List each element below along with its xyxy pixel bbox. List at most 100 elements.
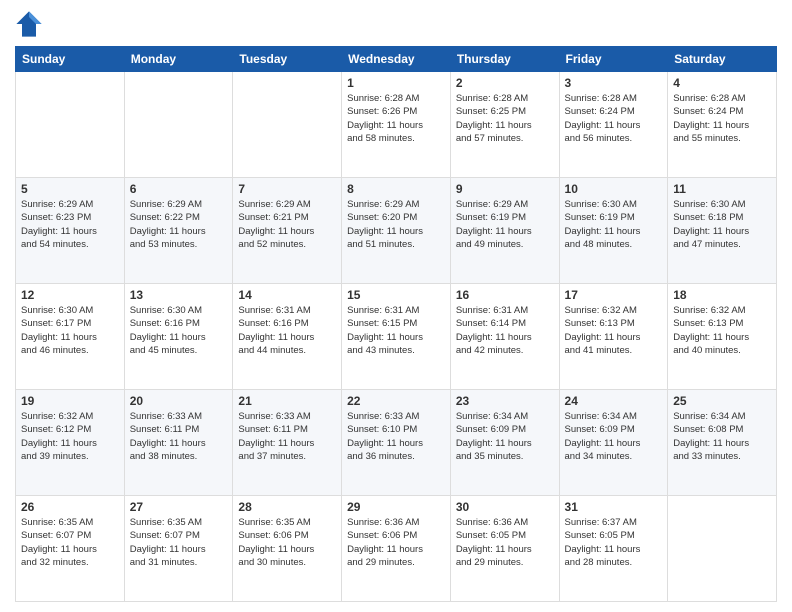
logo	[15, 10, 47, 38]
day-number: 10	[565, 182, 663, 196]
calendar-cell: 29 Sunrise: 6:36 AMSunset: 6:06 PMDayligh…	[342, 496, 451, 602]
day-info: Sunrise: 6:29 AMSunset: 6:19 PMDaylight:…	[456, 198, 554, 251]
day-info: Sunrise: 6:35 AMSunset: 6:07 PMDaylight:…	[130, 516, 228, 569]
calendar-cell	[233, 72, 342, 178]
day-info: Sunrise: 6:31 AMSunset: 6:15 PMDaylight:…	[347, 304, 445, 357]
day-number: 8	[347, 182, 445, 196]
calendar-cell: 12 Sunrise: 6:30 AMSunset: 6:17 PMDayligh…	[16, 284, 125, 390]
day-info: Sunrise: 6:28 AMSunset: 6:26 PMDaylight:…	[347, 92, 445, 145]
calendar-cell: 8 Sunrise: 6:29 AMSunset: 6:20 PMDaylight…	[342, 178, 451, 284]
calendar-cell: 20 Sunrise: 6:33 AMSunset: 6:11 PMDayligh…	[124, 390, 233, 496]
day-number: 1	[347, 76, 445, 90]
calendar-cell: 13 Sunrise: 6:30 AMSunset: 6:16 PMDayligh…	[124, 284, 233, 390]
day-number: 30	[456, 500, 554, 514]
day-number: 15	[347, 288, 445, 302]
calendar-cell: 4 Sunrise: 6:28 AMSunset: 6:24 PMDaylight…	[668, 72, 777, 178]
calendar-cell: 26 Sunrise: 6:35 AMSunset: 6:07 PMDayligh…	[16, 496, 125, 602]
day-number: 2	[456, 76, 554, 90]
week-row-2: 5 Sunrise: 6:29 AMSunset: 6:23 PMDaylight…	[16, 178, 777, 284]
day-number: 9	[456, 182, 554, 196]
day-number: 28	[238, 500, 336, 514]
day-number: 3	[565, 76, 663, 90]
calendar-cell: 31 Sunrise: 6:37 AMSunset: 6:05 PMDayligh…	[559, 496, 668, 602]
day-number: 17	[565, 288, 663, 302]
day-number: 20	[130, 394, 228, 408]
calendar-cell: 14Sunrise: 6:31 AMSunset: 6:16 PMDayligh…	[233, 284, 342, 390]
day-info: Sunrise: 6:31 AMSunset: 6:14 PMDaylight:…	[456, 304, 554, 357]
day-number: 22	[347, 394, 445, 408]
weekday-header-friday: Friday	[559, 47, 668, 72]
calendar-cell: 2 Sunrise: 6:28 AMSunset: 6:25 PMDaylight…	[450, 72, 559, 178]
calendar-cell: 10 Sunrise: 6:30 AMSunset: 6:19 PMDayligh…	[559, 178, 668, 284]
day-info: Sunrise: 6:33 AMSunset: 6:11 PMDaylight:…	[130, 410, 228, 463]
day-number: 16	[456, 288, 554, 302]
day-info: Sunrise: 6:33 AMSunset: 6:10 PMDaylight:…	[347, 410, 445, 463]
calendar-cell: 19 Sunrise: 6:32 AMSunset: 6:12 PMDayligh…	[16, 390, 125, 496]
day-number: 12	[21, 288, 119, 302]
calendar-cell: 9 Sunrise: 6:29 AMSunset: 6:19 PMDaylight…	[450, 178, 559, 284]
day-info: Sunrise: 6:29 AMSunset: 6:20 PMDaylight:…	[347, 198, 445, 251]
calendar-cell: 16 Sunrise: 6:31 AMSunset: 6:14 PMDayligh…	[450, 284, 559, 390]
page: SundayMondayTuesdayWednesdayThursdayFrid…	[0, 0, 792, 612]
weekday-header-monday: Monday	[124, 47, 233, 72]
calendar-cell: 3 Sunrise: 6:28 AMSunset: 6:24 PMDaylight…	[559, 72, 668, 178]
day-number: 31	[565, 500, 663, 514]
day-number: 29	[347, 500, 445, 514]
weekday-header-tuesday: Tuesday	[233, 47, 342, 72]
day-number: 4	[673, 76, 771, 90]
day-number: 23	[456, 394, 554, 408]
weekday-header-saturday: Saturday	[668, 47, 777, 72]
weekday-header-thursday: Thursday	[450, 47, 559, 72]
header	[15, 10, 777, 38]
day-info: Sunrise: 6:30 AMSunset: 6:16 PMDaylight:…	[130, 304, 228, 357]
day-info: Sunrise: 6:29 AMSunset: 6:23 PMDaylight:…	[21, 198, 119, 251]
day-number: 18	[673, 288, 771, 302]
day-info: Sunrise: 6:30 AMSunset: 6:19 PMDaylight:…	[565, 198, 663, 251]
day-number: 5	[21, 182, 119, 196]
day-info: Sunrise: 6:37 AMSunset: 6:05 PMDaylight:…	[565, 516, 663, 569]
calendar-cell	[668, 496, 777, 602]
calendar-cell	[124, 72, 233, 178]
logo-icon	[15, 10, 43, 38]
calendar-cell: 5 Sunrise: 6:29 AMSunset: 6:23 PMDaylight…	[16, 178, 125, 284]
week-row-4: 19 Sunrise: 6:32 AMSunset: 6:12 PMDayligh…	[16, 390, 777, 496]
calendar-cell: 7 Sunrise: 6:29 AMSunset: 6:21 PMDaylight…	[233, 178, 342, 284]
calendar-cell: 1 Sunrise: 6:28 AMSunset: 6:26 PMDaylight…	[342, 72, 451, 178]
day-info: Sunrise: 6:29 AMSunset: 6:22 PMDaylight:…	[130, 198, 228, 251]
calendar-cell: 27 Sunrise: 6:35 AMSunset: 6:07 PMDayligh…	[124, 496, 233, 602]
day-info: Sunrise: 6:28 AMSunset: 6:24 PMDaylight:…	[673, 92, 771, 145]
day-info: Sunrise: 6:32 AMSunset: 6:13 PMDaylight:…	[673, 304, 771, 357]
day-number: 24	[565, 394, 663, 408]
day-info: Sunrise: 6:31 AMSunset: 6:16 PMDaylight:…	[238, 304, 336, 357]
day-info: Sunrise: 6:29 AMSunset: 6:21 PMDaylight:…	[238, 198, 336, 251]
day-info: Sunrise: 6:35 AMSunset: 6:07 PMDaylight:…	[21, 516, 119, 569]
calendar-cell: 21 Sunrise: 6:33 AMSunset: 6:11 PMDayligh…	[233, 390, 342, 496]
day-info: Sunrise: 6:32 AMSunset: 6:13 PMDaylight:…	[565, 304, 663, 357]
day-info: Sunrise: 6:36 AMSunset: 6:05 PMDaylight:…	[456, 516, 554, 569]
day-number: 21	[238, 394, 336, 408]
calendar-cell: 17 Sunrise: 6:32 AMSunset: 6:13 PMDayligh…	[559, 284, 668, 390]
day-number: 7	[238, 182, 336, 196]
weekday-header-sunday: Sunday	[16, 47, 125, 72]
calendar-cell: 28Sunrise: 6:35 AMSunset: 6:06 PMDayligh…	[233, 496, 342, 602]
day-info: Sunrise: 6:34 AMSunset: 6:09 PMDaylight:…	[565, 410, 663, 463]
day-info: Sunrise: 6:28 AMSunset: 6:24 PMDaylight:…	[565, 92, 663, 145]
calendar-cell: 6Sunrise: 6:29 AMSunset: 6:22 PMDaylight…	[124, 178, 233, 284]
weekday-header-row: SundayMondayTuesdayWednesdayThursdayFrid…	[16, 47, 777, 72]
day-info: Sunrise: 6:28 AMSunset: 6:25 PMDaylight:…	[456, 92, 554, 145]
week-row-1: 1 Sunrise: 6:28 AMSunset: 6:26 PMDaylight…	[16, 72, 777, 178]
day-number: 19	[21, 394, 119, 408]
day-info: Sunrise: 6:33 AMSunset: 6:11 PMDaylight:…	[238, 410, 336, 463]
day-info: Sunrise: 6:30 AMSunset: 6:17 PMDaylight:…	[21, 304, 119, 357]
calendar-cell: 18 Sunrise: 6:32 AMSunset: 6:13 PMDayligh…	[668, 284, 777, 390]
day-info: Sunrise: 6:34 AMSunset: 6:09 PMDaylight:…	[456, 410, 554, 463]
day-number: 26	[21, 500, 119, 514]
day-info: Sunrise: 6:32 AMSunset: 6:12 PMDaylight:…	[21, 410, 119, 463]
calendar-cell: 30 Sunrise: 6:36 AMSunset: 6:05 PMDayligh…	[450, 496, 559, 602]
calendar-cell	[16, 72, 125, 178]
day-number: 13	[130, 288, 228, 302]
day-number: 27	[130, 500, 228, 514]
weekday-header-wednesday: Wednesday	[342, 47, 451, 72]
week-row-5: 26 Sunrise: 6:35 AMSunset: 6:07 PMDayligh…	[16, 496, 777, 602]
day-info: Sunrise: 6:36 AMSunset: 6:06 PMDaylight:…	[347, 516, 445, 569]
